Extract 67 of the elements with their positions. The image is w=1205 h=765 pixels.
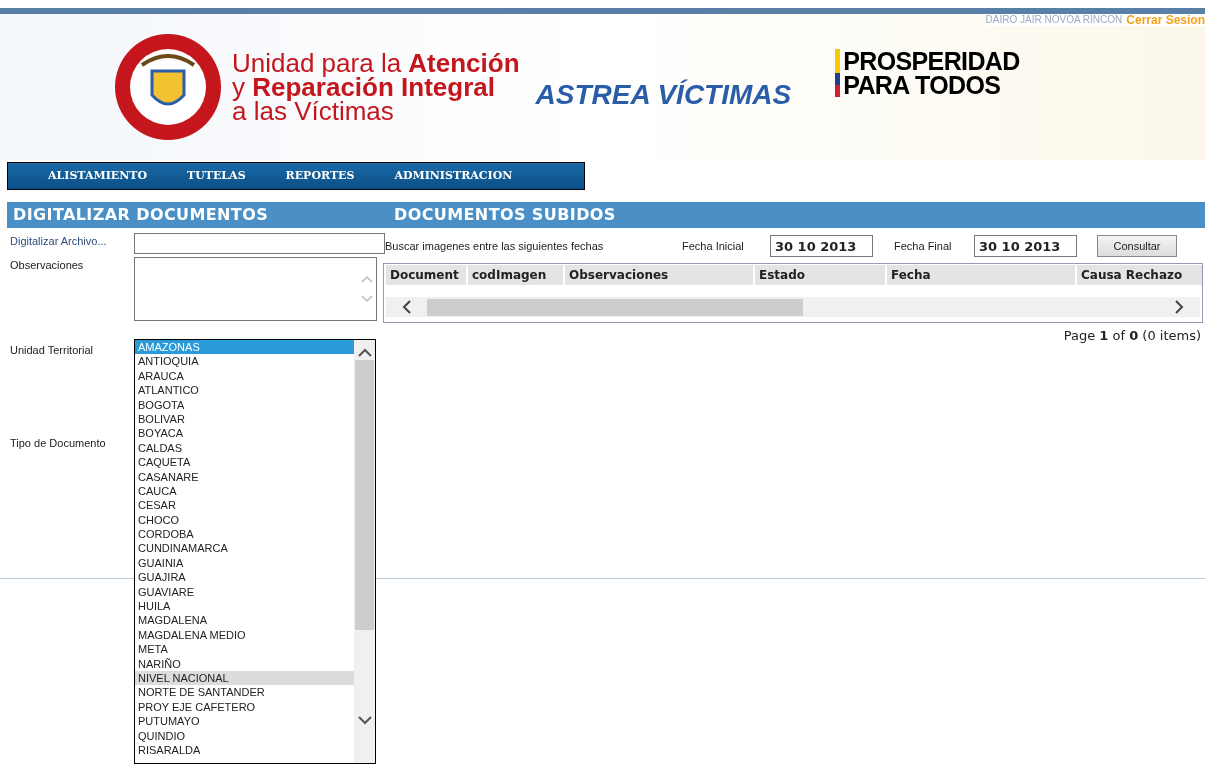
list-option[interactable]: CORDOBA <box>135 527 354 542</box>
list-option[interactable]: CUNDINAMARCA <box>135 541 354 556</box>
field-label: Digitalizar Archivo... <box>10 234 108 249</box>
horizontal-scrollbar[interactable] <box>386 297 1200 317</box>
list-option[interactable]: ANTIOQUIA <box>135 354 354 369</box>
territorial-unit-listbox[interactable] <box>134 339 376 764</box>
list-option[interactable]: GUAVIARE <box>135 584 354 600</box>
list-option[interactable]: NORTE DE SANTANDER <box>135 685 354 700</box>
menu-item[interactable]: REPORTES <box>285 167 355 185</box>
list-option[interactable]: PROY EJE CAFETERO <box>135 699 354 715</box>
list-option[interactable]: CAQUETA <box>135 455 354 470</box>
entity-name-line: Unidad para la Atención <box>232 51 520 75</box>
list-option[interactable]: RISARALDA <box>135 742 354 758</box>
list-option[interactable]: CESAR <box>135 498 354 513</box>
flag-stripe-icon <box>835 49 841 97</box>
list-option[interactable]: CASANARE <box>135 469 354 484</box>
list-option[interactable]: CALDAS <box>135 440 354 456</box>
menu-item[interactable]: TUTELAS <box>187 167 246 185</box>
user-name: DAIRO JAIR NOVOA RINCON <box>985 15 1123 25</box>
field-label: Observaciones <box>10 258 85 273</box>
list-option[interactable]: MAGDALENA <box>135 613 354 628</box>
list-option[interactable]: HUILA <box>135 599 354 614</box>
start-date-field[interactable]: 30 10 2013 <box>770 235 873 257</box>
list-option[interactable]: QUINDIO <box>135 728 354 743</box>
list-option[interactable]: BOYACA <box>135 426 354 441</box>
list-option[interactable]: CAUCA <box>135 483 354 499</box>
list-scrollbar[interactable] <box>354 340 375 763</box>
observations-textarea[interactable] <box>134 257 377 321</box>
column-header[interactable]: Estado <box>755 265 885 285</box>
column-header[interactable]: Document <box>386 265 466 285</box>
list-option[interactable]: NARIÑO <box>135 656 354 671</box>
list-option[interactable]: GUAINIA <box>135 555 354 571</box>
column-header[interactable]: Observaciones <box>565 265 753 285</box>
field-label: Fecha Inicial <box>682 238 745 254</box>
list-option[interactable]: ARAUCA <box>135 368 354 384</box>
app-name: ASTREA VÍCTIMAS <box>535 78 792 112</box>
consultar-button[interactable]: Consultar <box>1097 235 1177 257</box>
list-option[interactable]: BOGOTA <box>135 397 354 412</box>
field-label: Unidad Territorial <box>10 343 94 358</box>
pager-text: Page 1 of 0 (0 items) <box>1063 327 1201 345</box>
list-option[interactable]: MAGDALENA MEDIO <box>135 627 354 643</box>
list-option[interactable]: CHOCO <box>135 512 354 528</box>
menu-item[interactable]: ADMINISTRACION <box>394 167 513 185</box>
list-option[interactable]: NIVEL NACIONAL <box>135 671 354 686</box>
coat-of-arms-icon <box>112 31 224 143</box>
menu-item[interactable]: ALISTAMIENTO <box>48 167 147 185</box>
column-header[interactable]: Causa Rechazo <box>1077 265 1202 285</box>
list-option[interactable]: BOLIVAR <box>135 411 354 427</box>
section-title: DIGITALIZAR DOCUMENTOS <box>12 204 270 226</box>
column-header[interactable]: codImagen <box>468 265 563 285</box>
slogan-line: PARA TODOS <box>843 73 1002 97</box>
file-input-field[interactable] <box>134 233 385 254</box>
field-label: Tipo de Documento <box>10 435 107 451</box>
scroll-up-icon <box>357 348 372 357</box>
search-label: Buscar imagenes entre las siguientes fechas <box>385 238 605 254</box>
column-header[interactable]: Fecha <box>887 265 1075 285</box>
list-option[interactable]: META <box>135 642 354 657</box>
scroll-down-icon <box>357 716 372 725</box>
section-title: DOCUMENTOS SUBIDOS <box>394 204 616 226</box>
field-label: Fecha Final <box>894 238 953 254</box>
list-option[interactable]: ATLANTICO <box>135 383 354 398</box>
list-option[interactable]: PUTUMAYO <box>135 714 354 729</box>
scroll-right-icon <box>1175 300 1184 314</box>
list-option[interactable]: GUAJIRA <box>135 570 354 585</box>
slogan-line: PROSPERIDAD <box>843 49 1020 73</box>
end-date-field[interactable]: 30 10 2013 <box>974 235 1077 257</box>
scroll-left-icon <box>402 300 411 314</box>
